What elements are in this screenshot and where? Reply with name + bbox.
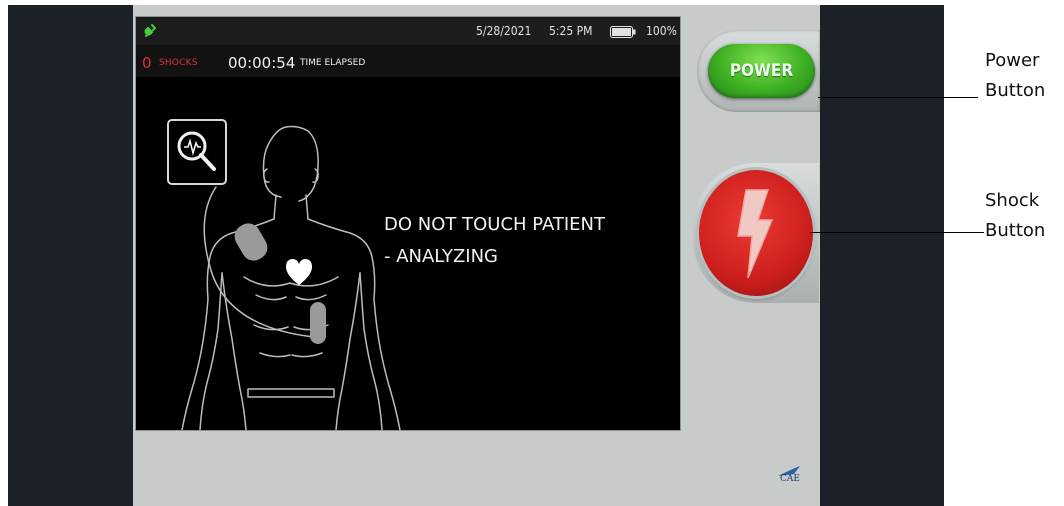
plug-icon — [144, 24, 156, 37]
shocks-label: SHOCKS — [159, 58, 198, 68]
power-callout-label-line2: Button — [985, 80, 1046, 101]
cae-logo-text: CAE — [780, 474, 800, 484]
power-button[interactable]: POWER — [708, 44, 815, 98]
status-time: 5:25 PM — [549, 24, 593, 38]
power-callout-label-line1: Power — [985, 50, 1040, 71]
info-bar — [136, 45, 680, 77]
shock-callout-label-line1: Shock — [985, 190, 1040, 211]
status-date: 5/28/2021 — [476, 24, 532, 38]
elapsed-time: 00:00:54 — [228, 54, 296, 72]
battery-icon — [610, 26, 636, 38]
power-button-label: POWER — [729, 61, 794, 81]
right-dark-panel — [820, 5, 944, 506]
prompt-message-line1: DO NOT TOUCH PATIENT — [384, 214, 606, 235]
left-dark-panel — [8, 5, 133, 506]
shock-callout-label-line2: Button — [985, 220, 1046, 241]
prompt-message-line2: - ANALYZING — [384, 246, 498, 267]
power-callout-line — [818, 97, 978, 98]
status-bar: 5/28/2021 5:25 PM 100% — [136, 17, 680, 45]
shock-count: 0 — [142, 54, 152, 72]
lightning-bolt-icon — [737, 189, 774, 279]
battery-percent: 100% — [646, 24, 677, 38]
elapsed-label: TIME ELAPSED — [300, 58, 366, 68]
aed-screen: 5/28/2021 5:25 PM 100% 0 SHOCKS 00:00:54… — [135, 16, 681, 431]
shock-callout-line — [810, 232, 984, 233]
